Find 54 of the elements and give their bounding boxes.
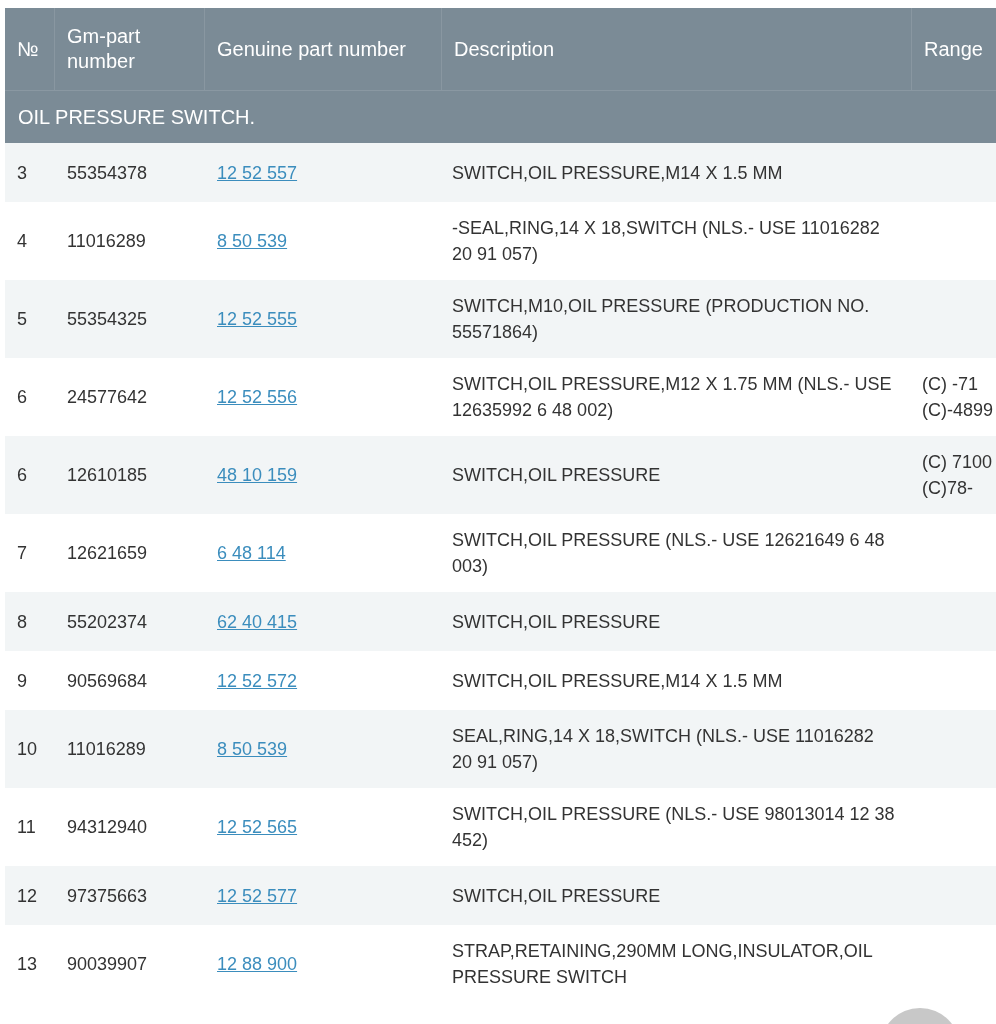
table-cell-text: SWITCH,OIL PRESSURE,M14 X 1.5 MM (451, 161, 784, 185)
table-cell-text: SEAL,RING,14 X 18,SWITCH (NLS.- USE 11016282 20 91 057) (451, 725, 875, 774)
table-cell-text: 90039907 (66, 953, 149, 976)
table-cell-text: SWITCH,OIL PRESSURE,M12 X 1.75 MM (NLS.- USE 12635992 6 48 002) (451, 373, 893, 422)
part-number-link[interactable]: 12 52 565 (217, 814, 298, 840)
table-cell-text: 11016289 (66, 738, 147, 761)
table-cell-text: 11016289 (66, 230, 147, 253)
table-cell-text: SWITCH,OIL PRESSURE (451, 610, 662, 634)
range-text: (C)-4899 (922, 399, 994, 422)
table-cell-text: STRAP,RETAINING,290MM LONG,INSULATOR,OIL PRESSURE SWITCH (451, 940, 874, 989)
table-cell-text: SWITCH,OIL PRESSURE,M14 X 1.5 MM (451, 669, 784, 693)
table-cell-text: SWITCH,M10,OIL PRESSURE (PRODUCTION NO. 55571864) (451, 295, 871, 344)
part-number-link[interactable]: 6 48 114 (217, 540, 286, 566)
table-cell-text: 55354325 (66, 308, 149, 331)
table-cell-text: 90569684 (66, 669, 149, 693)
column-header: Range (923, 36, 984, 62)
table-cell-text: 12621659 (66, 542, 149, 565)
part-number-link[interactable]: 12 52 572 (217, 667, 298, 694)
section-header: OIL PRESSURE SWITCH. (5, 90, 996, 143)
table-cell-text: -SEAL,RING,14 X 18,SWITCH (NLS.- USE 11016282 20 91 057) (451, 217, 881, 266)
table-cell-text: SWITCH,OIL PRESSURE (NLS.- USE 12621649 6 48 003) (451, 529, 886, 578)
part-number-link[interactable]: 12 52 556 (217, 384, 298, 410)
table-cell-text: 12 (16, 884, 39, 908)
part-number-link[interactable]: 12 88 900 (217, 951, 298, 977)
table-cell-text: 3 (16, 161, 28, 185)
range-text: (C) 7100 (922, 451, 993, 474)
part-number-link[interactable]: 8 50 539 (217, 228, 288, 254)
table-cell-text: 55202374 (66, 610, 149, 634)
table-cell-text: 94312940 (66, 816, 149, 839)
table-cell-text: 8 (16, 610, 28, 634)
table-cell-text: SWITCH,OIL PRESSURE (451, 884, 662, 908)
part-number-link[interactable]: 12 52 577 (217, 882, 298, 909)
table-cell-text: 5 (16, 308, 28, 331)
part-number-link[interactable]: 62 40 415 (217, 608, 298, 635)
table-cell-text: 6 (16, 464, 28, 487)
table-cell-text: 97375663 (66, 884, 149, 908)
table-cell-text: SWITCH,OIL PRESSURE (451, 464, 662, 487)
part-number-link[interactable]: 12 52 557 (217, 159, 298, 186)
table-cell-text: 9 (16, 669, 28, 693)
part-number-link[interactable]: 48 10 159 (217, 462, 298, 488)
range-text: (C) -71 (922, 373, 978, 396)
table-cell-text: 13 (16, 953, 39, 976)
part-number-link[interactable]: 12 52 555 (217, 306, 298, 332)
table-cell-text: 6 (16, 386, 28, 409)
range-text: (C)78- (922, 477, 973, 500)
table-cell-text: 10 (16, 738, 39, 761)
part-number-link[interactable]: 8 50 539 (217, 736, 288, 762)
table-cell-text: 7 (16, 542, 28, 565)
table-cell-text: 11 (16, 816, 37, 839)
table-cell-text: 24577642 (66, 386, 149, 409)
table-cell-text: 12610185 (66, 464, 149, 487)
table-cell-text: 4 (16, 230, 28, 253)
table-cell-text: SWITCH,OIL PRESSURE (NLS.- USE 98013014 12 38 452) (451, 803, 896, 852)
table-cell-text: 55354378 (66, 161, 149, 185)
